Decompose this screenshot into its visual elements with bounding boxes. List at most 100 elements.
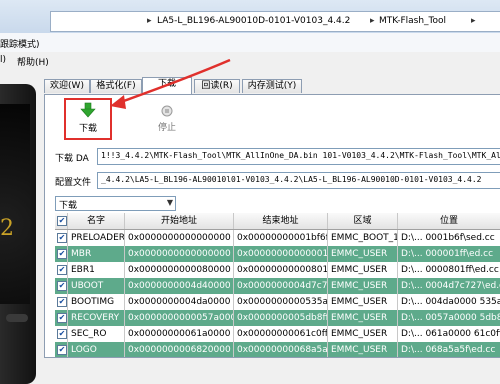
- table-row[interactable]: ✔ SEC_RO 0x00000000061a0000 0x00000000061c0…: [55, 326, 500, 342]
- download-mode-select[interactable]: 下载 ▼: [55, 196, 176, 211]
- cell-start: 0x00000000061a0000: [125, 326, 234, 342]
- cell-start: 0x0000000000000000: [125, 246, 234, 262]
- download-panel: 下载 停止 下载 DA 1!!3_4.4.2\MTK-Flash_Tool\MT…: [44, 94, 500, 358]
- cell-start: 0x0000000004d40000: [125, 278, 234, 294]
- row-checkbox[interactable]: ✔: [57, 249, 67, 259]
- column-header-location[interactable]: 位置: [398, 213, 500, 229]
- tab-readback[interactable]: 回读(R): [194, 79, 240, 93]
- row-checkbox-cell[interactable]: ✔: [55, 246, 68, 262]
- da-path-value: 1!!3_4.4.2\MTK-Flash_Tool\MTK_AllInOne_D…: [101, 151, 500, 160]
- breadcrumb[interactable]: ▸ LA5-L_BL196-AL90010D-0101-V0103_4.4.2 …: [50, 11, 500, 32]
- breadcrumb-separator: ▸: [471, 16, 476, 26]
- row-checkbox-cell[interactable]: ✔: [55, 310, 68, 326]
- window-title: 跟踪模式): [0, 40, 40, 50]
- header-checkbox-column[interactable]: ✔: [55, 213, 68, 229]
- cell-location: D:\... 068a5a5f\ed.cc: [398, 342, 500, 357]
- cell-end: 0x00000000068a5a5f: [234, 342, 328, 357]
- cell-location: D:\... 061a0000 61c0fff\ed.cc: [398, 326, 500, 342]
- cell-name: EBR1: [68, 262, 125, 278]
- tab-download[interactable]: 下载: [142, 77, 192, 94]
- breadcrumb-item-firmware[interactable]: LA5-L_BL196-AL90010D-0101-V0103_4.4.2: [157, 16, 350, 26]
- row-checkbox-cell[interactable]: ✔: [55, 230, 68, 246]
- row-checkbox[interactable]: ✔: [57, 329, 67, 339]
- cell-start: 0x0000000000057a0000: [125, 310, 234, 326]
- row-checkbox-cell[interactable]: ✔: [55, 326, 68, 342]
- cell-region: EMMC_USER: [328, 278, 398, 294]
- download-mode-value: 下载: [59, 201, 78, 211]
- download-button[interactable]: 下载: [64, 98, 112, 140]
- da-path-field[interactable]: 1!!3_4.4.2\MTK-Flash_Tool\MTK_AllInOne_D…: [97, 148, 500, 165]
- cell-name: RECOVERY: [68, 310, 125, 326]
- stop-button-label: 停止: [157, 123, 176, 133]
- table-row[interactable]: ✔ MBR 0x0000000000000000 0x00000000000001ff…: [55, 246, 500, 262]
- tab-welcome[interactable]: 欢迎(W): [44, 79, 90, 93]
- tab-strip: 欢迎(W) 格式化(F) 下载 回读(R) 内存测试(Y): [44, 77, 500, 94]
- row-checkbox-cell[interactable]: ✔: [55, 342, 68, 357]
- chevron-down-icon: ▼: [166, 198, 173, 207]
- table-header: ✔ 名字 开始地址 结束地址 区域 位置: [55, 213, 500, 230]
- row-checkbox[interactable]: ✔: [57, 313, 67, 323]
- cell-name: LOGO: [68, 342, 125, 357]
- phone-image: 2: [0, 84, 36, 384]
- green-down-arrow-icon: [80, 102, 96, 118]
- tab-memory-test[interactable]: 内存测试(Y): [242, 79, 302, 93]
- table-row[interactable]: ✔ LOGO 0x0000000006820000 0x00000000068a5a5…: [55, 342, 500, 357]
- cell-region: EMMC_USER: [328, 310, 398, 326]
- cell-name: SEC_RO: [68, 326, 125, 342]
- scatter-path-value: _4.4.2\LA5-L_BL196-AL90010l01-V0103_4.4.…: [101, 175, 482, 184]
- breadcrumb-separator: ▸: [370, 16, 375, 26]
- row-checkbox-cell[interactable]: ✔: [55, 294, 68, 310]
- cell-name: PRELOADER: [68, 230, 125, 246]
- cell-name: MBR: [68, 246, 125, 262]
- row-checkbox[interactable]: ✔: [57, 265, 67, 275]
- cell-name: UBOOT: [68, 278, 125, 294]
- menu-item-help[interactable]: 帮助(H): [17, 55, 49, 68]
- row-checkbox[interactable]: ✔: [57, 297, 67, 307]
- scatter-path-field[interactable]: _4.4.2\LA5-L_BL196-AL90010l01-V0103_4.4.…: [97, 172, 500, 189]
- phone-image-panel: 2: [0, 70, 42, 384]
- tab-format[interactable]: 格式化(F): [90, 79, 142, 93]
- phone-home-button: [6, 314, 28, 322]
- cell-end: 0x0000000004d7c727: [234, 278, 328, 294]
- table-row[interactable]: ✔ RECOVERY 0x0000000000057a0000 0x000000000…: [55, 310, 500, 326]
- cell-location: D:\... 0000801ff\ed.cc: [398, 262, 500, 278]
- cell-end: 0x00000000001bf6f: [234, 230, 328, 246]
- column-header-region[interactable]: 区域: [328, 213, 398, 229]
- column-header-end[interactable]: 结束地址: [234, 213, 328, 229]
- cell-end: 0x00000000000801ff: [234, 262, 328, 278]
- cell-location: D:\... 0057a0000 5db8fff\ed.cc: [398, 310, 500, 326]
- column-header-start[interactable]: 开始地址: [125, 213, 234, 229]
- cell-region: EMMC_USER: [328, 326, 398, 342]
- table-row[interactable]: ✔ EBR1 0x0000000000080000 0x00000000000801f…: [55, 262, 500, 278]
- window-title-bar: 跟踪模式): [0, 33, 500, 53]
- row-checkbox[interactable]: ✔: [57, 233, 67, 243]
- select-all-checkbox[interactable]: ✔: [57, 216, 67, 226]
- table-row[interactable]: ✔ UBOOT 0x0000000004d40000 0x0000000004d7c7…: [55, 278, 500, 294]
- column-header-name[interactable]: 名字: [68, 213, 125, 229]
- cell-start: 0x0000000000080000: [125, 262, 234, 278]
- cell-end: 0x0000000000535a7ff: [234, 294, 328, 310]
- phone-screen-graphic: 2: [0, 216, 14, 241]
- cell-region: EMMC_USER: [328, 246, 398, 262]
- partition-table: ✔ 名字 开始地址 结束地址 区域 位置 ✔ PRELOADER 0x0000000000000…: [55, 213, 500, 357]
- stop-button[interactable]: 停止: [149, 100, 185, 136]
- phone-screen: 2: [0, 104, 30, 304]
- cell-start: 0x0000000006820000: [125, 342, 234, 357]
- row-checkbox[interactable]: ✔: [57, 281, 67, 291]
- table-row[interactable]: ✔ BOOTIMG 0x0000000004da0000 0x000000000053…: [55, 294, 500, 310]
- breadcrumb-item-tool[interactable]: MTK-Flash_Tool: [379, 16, 446, 26]
- breadcrumb-separator: ▸: [147, 16, 152, 26]
- cell-name: BOOTIMG: [68, 294, 125, 310]
- row-checkbox[interactable]: ✔: [57, 345, 67, 355]
- download-button-label: 下载: [78, 124, 97, 134]
- table-row[interactable]: ✔ PRELOADER 0x0000000000000000 0x0000000000…: [55, 230, 500, 246]
- cell-end: 0x0000000005db8fff: [234, 310, 328, 326]
- row-checkbox-cell[interactable]: ✔: [55, 262, 68, 278]
- row-checkbox-cell[interactable]: ✔: [55, 278, 68, 294]
- da-label: 下载 DA: [55, 154, 89, 164]
- address-bar: ▸ LA5-L_BL196-AL90010D-0101-V0103_4.4.2 …: [0, 0, 500, 34]
- cell-region: EMMC_BOOT_1: [328, 230, 398, 246]
- cell-location: D:\... 0001b6f\sed.cc: [398, 230, 500, 246]
- cell-end: 0x00000000000001ff: [234, 246, 328, 262]
- menu-item-partial[interactable]: l): [0, 55, 6, 65]
